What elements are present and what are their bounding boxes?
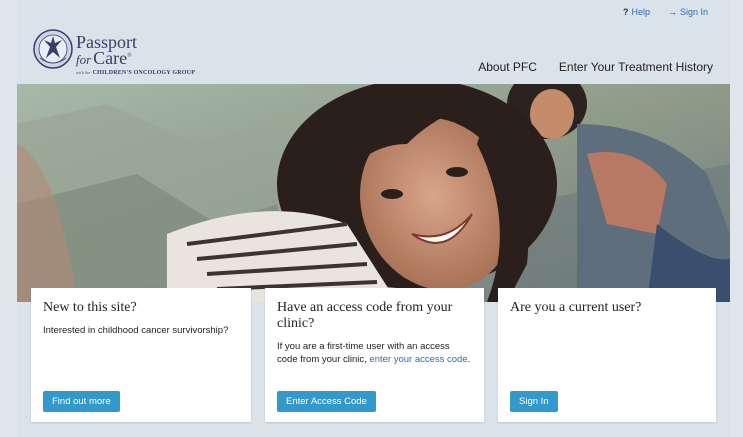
logo-line-cog: with the CHILDREN'S ONCOLOGY GROUP (76, 70, 196, 76)
card-title: Have an access code from your clinic? (277, 300, 453, 331)
nav-about-pfc[interactable]: About PFC (478, 60, 537, 74)
page: ? Help → Sign In Passport for Care® with … (17, 0, 730, 437)
enter-access-code-link[interactable]: enter your access code (369, 354, 467, 365)
question-icon: ? (622, 7, 629, 17)
card-access-code: Have an access code from your clinic? If… (265, 288, 484, 422)
find-out-more-button[interactable]: Find out more (43, 391, 120, 412)
main-nav: About PFC Enter Your Treatment History (478, 60, 713, 74)
help-link[interactable]: ? Help (623, 7, 650, 17)
sign-in-label: Sign In (679, 7, 708, 17)
passport-for-care-logo[interactable]: Passport for Care® with the CHILDREN'S ONC… (32, 28, 232, 80)
logo-emblem-icon (33, 29, 73, 69)
sign-in-icon: → (667, 7, 677, 17)
hero-image (17, 84, 730, 302)
card-body: If you are a first-time user with an acc… (277, 341, 471, 365)
nav-enter-treatment-history[interactable]: Enter Your Treatment History (559, 60, 713, 74)
card-body: Interested in childhood cancer survivors… (43, 325, 229, 336)
sign-in-button[interactable]: Sign In (510, 391, 558, 412)
card-title: New to this site? (43, 300, 137, 315)
logo-line-for-care: for Care® (76, 48, 132, 68)
card-new-to-site: New to this site? Interested in childhoo… (31, 288, 251, 422)
card-current-user: Are you a current user? Sign In (498, 288, 716, 422)
enter-access-code-button[interactable]: Enter Access Code (277, 391, 376, 412)
utility-links: ? Help → Sign In (623, 7, 708, 17)
sign-in-link[interactable]: → Sign In (668, 7, 708, 17)
card-title: Are you a current user? (510, 300, 642, 315)
help-label: Help (631, 7, 650, 17)
